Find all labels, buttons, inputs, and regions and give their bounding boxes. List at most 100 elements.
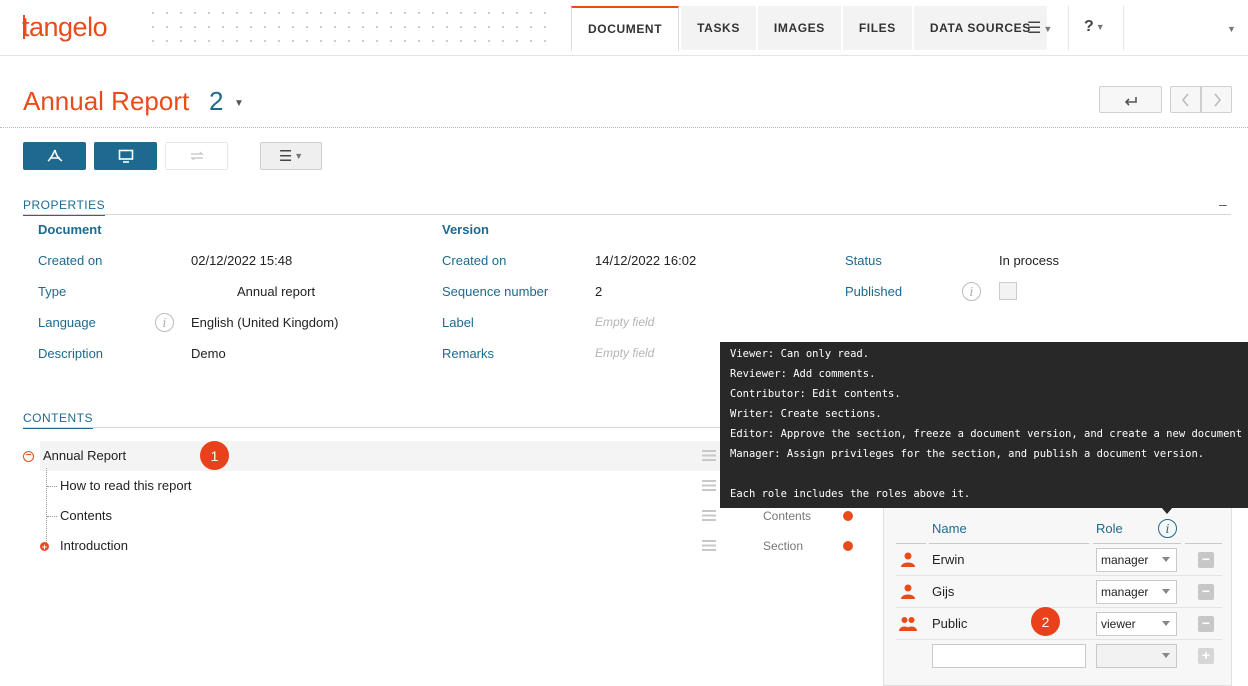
tab-document[interactable]: DOCUMENT: [571, 6, 680, 51]
tooltip-line: Contributor: Edit contents.: [730, 388, 901, 400]
selected-row-highlight: [40, 441, 723, 471]
main-tabs: DOCUMENT TASKS IMAGES FILES DATA SOURCES: [571, 6, 1049, 56]
preview-button[interactable]: [94, 142, 157, 170]
status-value: In process: [999, 253, 1059, 268]
document-column-heading: Document: [38, 222, 102, 237]
chevron-left-icon: [1181, 92, 1189, 107]
tree-connector: [47, 486, 57, 487]
user-menu-button[interactable]: ▼: [1225, 20, 1236, 38]
drag-handle-icon[interactable]: [702, 450, 716, 461]
privilege-user-name: Erwin: [932, 552, 965, 567]
tree-item-annual-report[interactable]: Annual Report: [43, 448, 126, 463]
compare-arrows-icon: [189, 151, 204, 161]
new-privilege-name-input[interactable]: [932, 644, 1086, 668]
divider: [896, 607, 1222, 608]
divider: [896, 543, 926, 544]
divider: [23, 427, 723, 428]
tooltip-line: Writer: Create sections.: [730, 408, 882, 420]
version-label-label: Label: [442, 315, 474, 330]
new-role-select[interactable]: [1096, 644, 1177, 668]
sequence-number-value: 2: [595, 284, 603, 299]
main-menu-button[interactable]: ☰ ▼: [1027, 18, 1052, 38]
name-column-header: Name: [932, 521, 967, 536]
export-pdf-button[interactable]: [23, 142, 86, 170]
drag-handle-icon[interactable]: [702, 510, 716, 521]
properties-section-heading[interactable]: PROPERTIES: [23, 198, 106, 216]
role-info-icon[interactable]: i: [1158, 519, 1177, 538]
remarks-field[interactable]: Empty field: [595, 346, 654, 360]
role-select[interactable]: manager: [1096, 580, 1177, 604]
version-selector[interactable]: 2: [209, 86, 223, 117]
divider: [896, 639, 1222, 640]
document-created-on-label: Created on: [38, 253, 103, 268]
status-dot-icon: [843, 511, 853, 521]
tooltip-line: [730, 469, 1238, 489]
hamburger-menu-icon: ☰: [278, 148, 293, 165]
role-info-tooltip: Viewer: Can only read. Reviewer: Add com…: [720, 342, 1248, 508]
tab-tasks[interactable]: TASKS: [681, 6, 756, 50]
version-label-field[interactable]: Empty field: [595, 315, 654, 329]
tree-item-contents[interactable]: Contents: [60, 508, 112, 523]
divider: [23, 214, 1231, 215]
divider: [1093, 543, 1181, 544]
drag-handle-icon[interactable]: [702, 480, 716, 491]
tooltip-line: Editor: Approve the section, freeze a do…: [730, 428, 1248, 440]
contents-section-heading[interactable]: CONTENTS: [23, 411, 93, 429]
role-column-header: Role: [1096, 521, 1123, 536]
role-select[interactable]: viewer: [1096, 612, 1177, 636]
collapse-button[interactable]: –: [1219, 196, 1227, 212]
info-icon[interactable]: i: [155, 313, 174, 332]
callout-badge: 1: [200, 441, 229, 470]
role-select[interactable]: manager: [1096, 548, 1177, 572]
tooltip-line: Manager: Assign privileges for the secti…: [730, 448, 1205, 460]
document-actions-menu-button[interactable]: ☰ ▼: [260, 142, 322, 170]
tooltip-line: Reviewer: Add comments.: [730, 368, 876, 380]
expand-node-icon[interactable]: +: [40, 542, 49, 552]
language-label: Language: [38, 315, 96, 330]
tab-images[interactable]: IMAGES: [757, 6, 841, 50]
tree-connector: [46, 468, 47, 547]
tooltip-line: Each role includes the roles above it.: [730, 488, 971, 500]
published-checkbox[interactable]: [999, 282, 1017, 300]
hamburger-menu-icon: ☰: [1027, 20, 1042, 37]
tree-item-how-to-read[interactable]: How to read this report: [60, 478, 192, 493]
divider: [1123, 6, 1124, 50]
divider: [896, 575, 1222, 576]
chevron-down-icon: [1162, 653, 1170, 658]
pdf-icon: [47, 149, 62, 162]
sequence-number-label: Sequence number: [442, 284, 549, 299]
help-icon: ?: [1084, 18, 1094, 35]
callout-badge: 2: [1031, 607, 1060, 636]
info-icon[interactable]: i: [962, 282, 981, 301]
collapse-node-icon[interactable]: −: [23, 451, 34, 462]
tooltip-line: Viewer: Can only read.: [730, 348, 870, 360]
remarks-label: Remarks: [442, 346, 495, 361]
version-created-on-label: Created on: [442, 253, 507, 268]
tab-files[interactable]: FILES: [842, 6, 912, 50]
next-button[interactable]: [1201, 86, 1232, 113]
drag-handle-icon[interactable]: [702, 540, 716, 551]
remove-privilege-button[interactable]: −: [1198, 552, 1214, 568]
remove-privilege-button[interactable]: −: [1198, 584, 1214, 600]
chevron-down-icon: [1162, 589, 1170, 594]
add-privilege-button[interactable]: +: [1198, 648, 1214, 664]
language-value[interactable]: English (United Kingdom): [191, 315, 338, 330]
item-type-label: Section: [763, 539, 804, 553]
chevron-down-icon: ▼: [1043, 23, 1053, 34]
tree-item-introduction[interactable]: Introduction: [60, 538, 128, 553]
document-type-value[interactable]: Annual report: [237, 284, 315, 299]
remove-privilege-button[interactable]: −: [1198, 616, 1214, 632]
previous-button[interactable]: [1170, 86, 1201, 113]
back-button[interactable]: [1099, 86, 1162, 113]
description-label: Description: [38, 346, 104, 361]
item-type-label: Contents: [763, 509, 812, 523]
chevron-down-icon[interactable]: ▼: [234, 98, 244, 109]
chevron-right-icon: [1213, 92, 1221, 107]
help-menu-button[interactable]: ? ▼: [1084, 18, 1105, 36]
chevron-down-icon: [1162, 621, 1170, 626]
logo[interactable]: tangelo: [22, 12, 108, 43]
chevron-down-icon: ▼: [1095, 21, 1105, 32]
compare-button[interactable]: [165, 142, 228, 170]
version-created-on-value: 14/12/2022 16:02: [595, 253, 697, 268]
description-value[interactable]: Demo: [191, 346, 226, 361]
